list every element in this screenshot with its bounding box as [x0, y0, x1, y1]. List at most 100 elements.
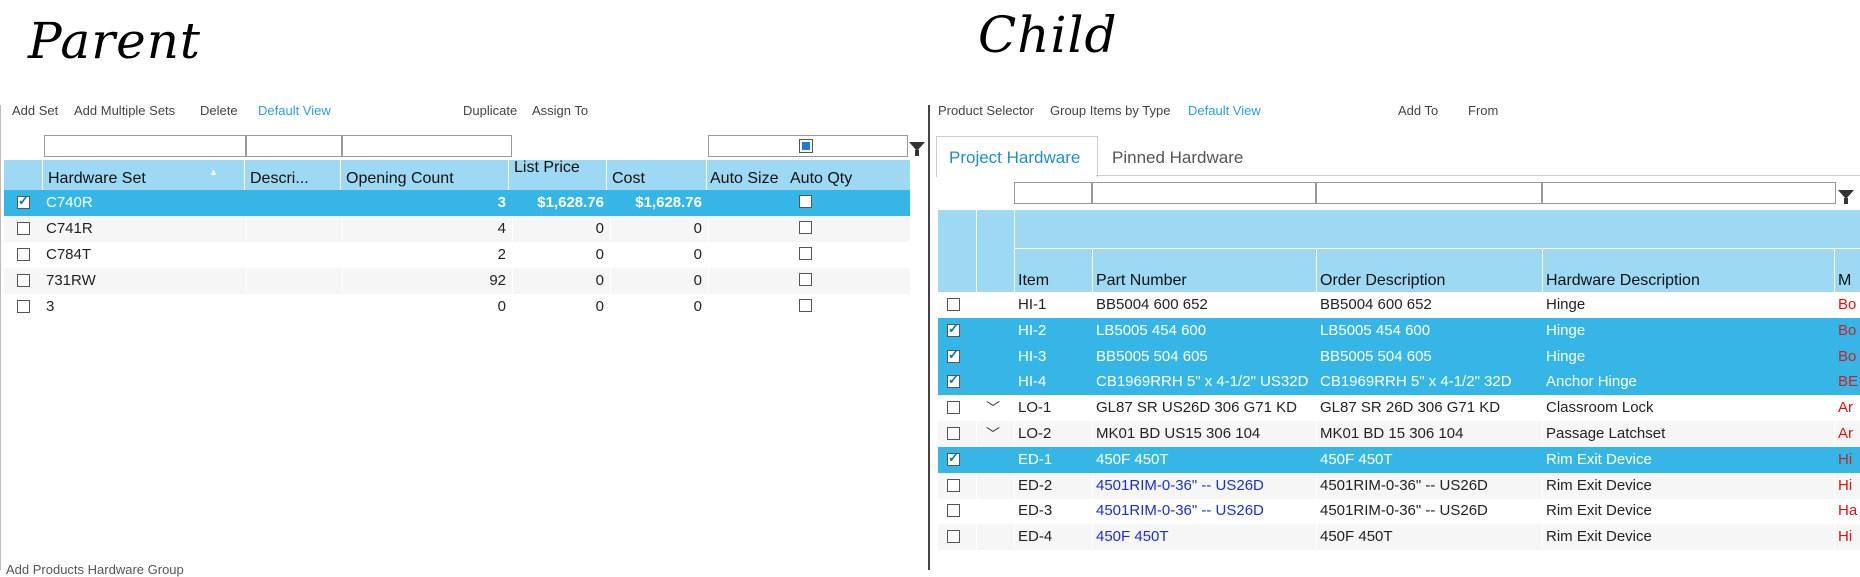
column-separator [512, 216, 513, 242]
cell-part-number[interactable]: 450F 450T [1096, 524, 1318, 550]
row-checkbox[interactable] [17, 274, 30, 287]
col-part-number[interactable]: Part Number [1096, 272, 1187, 290]
row-checkbox[interactable] [947, 450, 960, 466]
duplicate-button[interactable]: Duplicate [463, 103, 517, 118]
table-row[interactable]: 3 0 0 0 [4, 294, 910, 320]
col-auto-qty[interactable]: Auto Qty [790, 170, 852, 188]
auto-qty-checkbox[interactable] [799, 195, 812, 208]
row-checkbox[interactable] [17, 300, 30, 313]
col-item[interactable]: Item [1018, 272, 1049, 290]
assign-to-button[interactable]: Assign To [532, 103, 588, 118]
filter-description[interactable] [246, 135, 342, 157]
col-list-price[interactable]: List Price [514, 159, 604, 190]
cell-order-description: GL87 SR 26D 306 G71 KD [1320, 399, 1501, 417]
cell-part-number[interactable]: 4501RIM-0-36" -- US26D [1096, 473, 1318, 499]
auto-qty-checkbox[interactable] [799, 299, 812, 312]
cell-opening-count: 3 [497, 194, 506, 211]
row-checkbox[interactable] [947, 530, 960, 544]
col-cost[interactable]: Cost [612, 170, 645, 188]
row-checkbox[interactable] [947, 427, 960, 440]
column-separator [1834, 472, 1835, 499]
table-row[interactable]: 731RW 92 0 0 [4, 268, 910, 294]
row-checkbox[interactable] [947, 372, 960, 389]
chevron-down-icon[interactable]: ﹀ [986, 395, 1006, 421]
table-row[interactable]: C784T 2 0 0 [4, 242, 910, 268]
row-checkbox[interactable] [947, 401, 960, 415]
add-to-button[interactable]: Add To [1398, 103, 1438, 118]
auto-qty-checkbox[interactable] [799, 273, 812, 286]
funnel-icon[interactable] [909, 142, 925, 156]
filter-part-number[interactable] [1092, 182, 1316, 204]
cell-part-number[interactable]: 450F 450T [1096, 447, 1318, 473]
chevron-down-icon[interactable]: ﹀ [986, 421, 1006, 447]
cell-item: ED-4 [1018, 528, 1053, 546]
cell-part-number: BB5004 600 652 [1096, 296, 1208, 313]
product-selector-button[interactable]: Product Selector [938, 103, 1034, 118]
table-row[interactable]: ED-3 4501RIM-0-36" -- US26D 4501RIM-0-36" … [938, 498, 1860, 525]
col-manufacturer[interactable]: M [1838, 272, 1860, 290]
filter-order-description[interactable] [1316, 182, 1542, 204]
col-opening-count[interactable]: Opening Count [346, 170, 454, 188]
column-separator [1092, 524, 1093, 551]
table-row[interactable]: HI-1 BB5004 600 652 BB5004 600 652 Hinge Bo [938, 292, 1860, 318]
tab-pinned-hardware[interactable]: Pinned Hardware [1112, 148, 1243, 168]
cell-order-description: 4501RIM-0-36" -- US26D [1320, 476, 1488, 494]
cell-hardware-description: Anchor Hinge [1546, 373, 1637, 391]
table-row[interactable]: HI-2 LB5005 454 600 LB5005 454 600 Hinge Bo [938, 317, 1860, 344]
filter-opening-count[interactable] [342, 135, 512, 157]
col-hardware-set[interactable]: Hardware Set [48, 170, 146, 188]
cell-hardware-description: Classroom Lock [1546, 399, 1654, 417]
column-separator [342, 216, 343, 242]
auto-qty-checkbox[interactable] [799, 247, 812, 260]
auto-qty-checkbox[interactable] [799, 221, 812, 234]
col-auto-size[interactable]: Auto Size [710, 170, 778, 188]
table-row[interactable]: ﹀ LO-2 MK01 BD US15 306 104 MK01 BD 15 306 … [938, 421, 1860, 447]
filter-hardware-set[interactable] [44, 135, 246, 157]
cell-description [248, 216, 342, 242]
row-checkbox[interactable] [17, 222, 30, 235]
table-row[interactable]: C741R 4 0 0 [4, 216, 910, 242]
tab-project-hardware[interactable]: Project Hardware [936, 136, 1098, 177]
row-checkbox[interactable] [947, 504, 960, 518]
column-separator [1834, 498, 1835, 525]
cell-description [248, 268, 342, 294]
column-separator [1316, 524, 1317, 551]
cell-manufacturer: Hi [1838, 476, 1853, 494]
add-multiple-sets-button[interactable]: Add Multiple Sets [74, 103, 175, 118]
column-separator [342, 268, 343, 294]
table-row[interactable]: C740R 3 $1,628.76 $1,628.76 [4, 190, 910, 216]
add-set-button[interactable]: Add Set [12, 103, 58, 118]
table-row[interactable]: ED-2 4501RIM-0-36" -- US26D 4501RIM-0-36" … [938, 472, 1860, 499]
row-checkbox[interactable] [17, 193, 30, 209]
table-row[interactable]: ED-1 450F 450T450F 450T Rim Exit Device Hi [938, 446, 1860, 473]
cell-hardware-set: 3 [46, 298, 55, 315]
funnel-icon[interactable] [1838, 190, 1854, 204]
table-row[interactable]: HI-3 BB5005 504 605 BB5005 504 605 Hinge Bo [938, 343, 1860, 370]
delete-button[interactable]: Delete [200, 103, 238, 118]
table-row[interactable]: ED-4 450F 450T 450F 450T Rim Exit Device Hi [938, 524, 1860, 551]
filter-hardware-description[interactable] [1542, 182, 1836, 204]
column-separator [1092, 292, 1093, 318]
col-description[interactable]: Descri... [250, 170, 338, 188]
table-row[interactable]: HI-4 CB1969RRH 5" x 4-1/2" US32D CB1969RRH… [938, 369, 1860, 396]
cell-hardware-description: Passage Latchset [1546, 425, 1666, 442]
group-items-by-type-button[interactable]: Group Items by Type [1050, 103, 1170, 118]
row-checkbox[interactable] [947, 298, 960, 311]
row-checkbox[interactable] [17, 248, 30, 261]
col-hardware-description[interactable]: Hardware Description [1546, 272, 1700, 290]
table-row[interactable]: ﹀ LO-1 GL87 SR US26D 306 G71 KD GL87 SR 26D… [938, 395, 1860, 422]
filter-auto-qty-checkbox[interactable] [799, 139, 813, 153]
from-button[interactable]: From [1468, 103, 1498, 118]
row-checkbox[interactable] [947, 478, 960, 492]
parent-default-view-link[interactable]: Default View [258, 103, 331, 118]
row-checkbox[interactable] [947, 321, 960, 337]
child-default-view-link[interactable]: Default View [1188, 103, 1261, 118]
filter-auto-size[interactable] [708, 135, 908, 157]
cell-part-number[interactable]: 4501RIM-0-36" -- US26D [1096, 498, 1318, 524]
filter-item[interactable] [1014, 182, 1092, 204]
col-order-description[interactable]: Order Description [1320, 272, 1445, 290]
row-checkbox[interactable] [947, 347, 960, 363]
column-separator [708, 294, 709, 320]
cell-part-number: MK01 BD US15 306 104 [1096, 425, 1261, 442]
cell-hardware-set: C784T [46, 246, 92, 263]
